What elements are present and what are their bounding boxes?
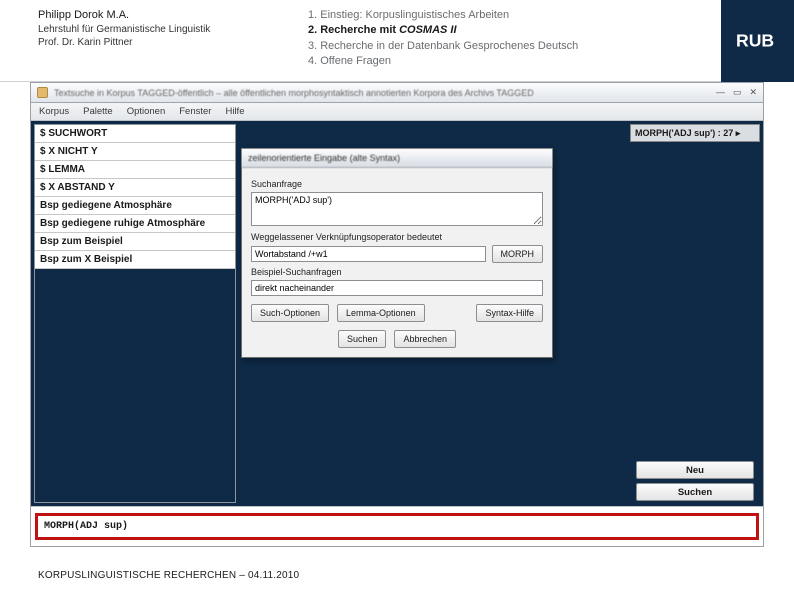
result-chip-text: MORPH('ADJ sup') : 27 ▸ bbox=[635, 128, 740, 139]
maximize-icon[interactable]: ▭ bbox=[733, 87, 742, 98]
syntaxhelp-button[interactable]: Syntax-Hilfe bbox=[476, 304, 543, 322]
menu-optionen[interactable]: Optionen bbox=[127, 106, 166, 117]
close-icon[interactable]: ✕ bbox=[749, 87, 757, 98]
dialog-cancel-button[interactable]: Abbrechen bbox=[394, 330, 456, 348]
outline-item-2: 2. Recherche mit COSMAS II bbox=[308, 23, 772, 38]
rub-logo: RUB bbox=[721, 0, 794, 82]
palette-row[interactable]: $ X NICHT Y bbox=[35, 143, 235, 161]
slide-header: Philipp Dorok M.A. Lehrstuhl für Germani… bbox=[0, 0, 794, 82]
palette-row[interactable]: Bsp zum X Beispiel bbox=[35, 251, 235, 269]
svg-text:RUB: RUB bbox=[736, 31, 774, 51]
author-affil2: Prof. Dr. Karin Pittner bbox=[38, 36, 308, 50]
morph-button[interactable]: MORPH bbox=[492, 245, 544, 263]
right-buttons: Neu Suchen bbox=[636, 461, 754, 501]
author-name: Philipp Dorok M.A. bbox=[38, 8, 308, 23]
menu-korpus[interactable]: Korpus bbox=[39, 106, 69, 117]
palette-panel: $ SUCHWORT $ X NICHT Y $ LEMMA $ X ABSTA… bbox=[34, 124, 236, 503]
palette-fill bbox=[35, 269, 235, 502]
query-text: MORPH(ADJ sup) bbox=[44, 521, 128, 532]
window-titlebar[interactable]: Textsuche in Korpus TAGGED-öffentlich – … bbox=[31, 83, 763, 103]
menu-palette[interactable]: Palette bbox=[83, 106, 113, 117]
result-chip[interactable]: MORPH('ADJ sup') : 27 ▸ bbox=[630, 124, 760, 142]
connector-input[interactable] bbox=[251, 246, 486, 262]
minimize-icon[interactable]: — bbox=[716, 87, 725, 98]
outline-item-2a: 2. Recherche mit bbox=[308, 24, 399, 36]
palette-row[interactable]: Bsp gediegene Atmosphäre bbox=[35, 197, 235, 215]
outline-item-3: 3. Recherche in der Datenbank Gesprochen… bbox=[308, 39, 772, 54]
new-button[interactable]: Neu bbox=[636, 461, 754, 479]
outline-item-2b: COSMAS II bbox=[399, 24, 456, 36]
search-button[interactable]: Suchen bbox=[636, 483, 754, 501]
query-textarea[interactable] bbox=[251, 192, 543, 226]
query-strip: MORPH(ADJ sup) bbox=[31, 506, 763, 546]
palette-row[interactable]: Bsp zum Beispiel bbox=[35, 233, 235, 251]
examples-input[interactable] bbox=[251, 280, 543, 296]
window-title: Textsuche in Korpus TAGGED-öffentlich – … bbox=[54, 88, 534, 98]
rub-logo-icon: RUB bbox=[736, 29, 780, 53]
palette-row[interactable]: Bsp gediegene ruhige Atmosphäre bbox=[35, 215, 235, 233]
lemmaopts-button[interactable]: Lemma-Optionen bbox=[337, 304, 425, 322]
app-icon bbox=[37, 87, 48, 98]
label-query: Suchanfrage bbox=[251, 179, 543, 189]
label-examples: Beispiel-Suchanfragen bbox=[251, 267, 543, 277]
slide-footer: KORPUSLINGUISTISCHE RECHERCHEN – 04.11.2… bbox=[38, 570, 299, 581]
searchopts-button[interactable]: Such-Optionen bbox=[251, 304, 329, 322]
palette-row[interactable]: $ X ABSTAND Y bbox=[35, 179, 235, 197]
author-block: Philipp Dorok M.A. Lehrstuhl für Germani… bbox=[38, 8, 308, 50]
window-buttons: — ▭ ✕ bbox=[716, 87, 757, 98]
label-connector: Weggelassener Verknüpfungsoperator bedeu… bbox=[251, 232, 543, 242]
highlight-box: MORPH(ADJ sup) bbox=[35, 513, 759, 540]
menu-hilfe[interactable]: Hilfe bbox=[225, 106, 244, 117]
palette-row[interactable]: $ SUCHWORT bbox=[35, 125, 235, 143]
menubar: Korpus Palette Optionen Fenster Hilfe bbox=[31, 103, 763, 121]
dialog-body: Suchanfrage Weggelassener Verknüpfungsop… bbox=[242, 168, 552, 357]
outline-item-4: 4. Offene Fragen bbox=[308, 54, 772, 69]
menu-fenster[interactable]: Fenster bbox=[179, 106, 211, 117]
palette-row[interactable]: $ LEMMA bbox=[35, 161, 235, 179]
author-affil1: Lehrstuhl für Germanistische Linguistik bbox=[38, 23, 308, 37]
dialog-title[interactable]: zeilenorientierte Eingabe (alte Syntax) bbox=[242, 149, 552, 168]
app-screenshot: Textsuche in Korpus TAGGED-öffentlich – … bbox=[30, 82, 764, 547]
query-dialog[interactable]: zeilenorientierte Eingabe (alte Syntax) … bbox=[241, 148, 553, 358]
dialog-search-button[interactable]: Suchen bbox=[338, 330, 387, 348]
outline-item-1: 1. Einstieg: Korpuslinguistisches Arbeit… bbox=[308, 8, 772, 23]
outline-block: 1. Einstieg: Korpuslinguistisches Arbeit… bbox=[308, 8, 772, 70]
right-panel: MORPH('ADJ sup') : 27 ▸ Neu Suchen bbox=[630, 124, 760, 503]
